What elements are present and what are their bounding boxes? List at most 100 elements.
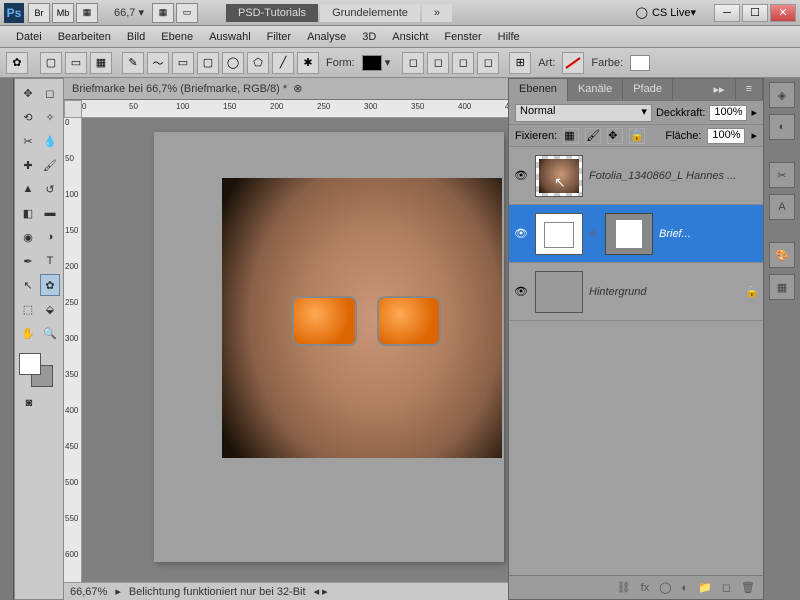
roundrect-shape-icon[interactable]: ▢ [197, 52, 219, 74]
strip-color-icon[interactable]: 🎨 [769, 242, 795, 268]
menu-auswahl[interactable]: Auswahl [201, 29, 259, 45]
farbe-swatch[interactable] [630, 55, 650, 71]
pen-tool[interactable]: ✒ [18, 250, 38, 272]
stamp-tool[interactable]: ▲ [18, 178, 38, 200]
lock-transparency-icon[interactable]: ▦ [563, 128, 579, 144]
status-zoom[interactable]: 66,67% [70, 586, 107, 598]
layer-name[interactable]: Fotolia_1340860_L Hannes ... [589, 170, 759, 182]
ruler-origin[interactable] [64, 100, 82, 118]
zoom-level-display[interactable]: 66,7 ▾ [106, 6, 152, 19]
workspace-tab-psd-tutorials[interactable]: PSD-Tutorials [226, 4, 318, 22]
screen-mode-button[interactable]: ▦ [76, 3, 98, 23]
eraser-tool[interactable]: ◧ [18, 202, 38, 224]
polygon-shape-icon[interactable]: ⬠ [247, 52, 269, 74]
color-swatches[interactable] [17, 351, 61, 391]
strip-crop-icon[interactable]: ✂ [769, 162, 795, 188]
healing-tool[interactable]: ✚ [18, 154, 38, 176]
new-layer-icon[interactable]: ◻ [722, 581, 731, 594]
strip-adjustments-icon[interactable]: ◐ [769, 114, 795, 140]
opacity-flyout-icon[interactable]: ▸ [751, 106, 757, 119]
align-icon[interactable]: ⊞ [509, 52, 531, 74]
menu-3d[interactable]: 3D [354, 29, 384, 45]
tab-ebenen[interactable]: Ebenen [509, 79, 568, 101]
fill-input[interactable]: 100% [707, 128, 745, 144]
foreground-color-swatch[interactable] [19, 353, 41, 375]
panel-menu-icon[interactable]: ≡ [736, 79, 763, 101]
layer-mask-thumbnail[interactable] [605, 213, 653, 255]
layer-name[interactable]: Brief... [659, 228, 759, 240]
combine-exclude-icon[interactable]: ◻ [477, 52, 499, 74]
path-select-tool[interactable]: ↖ [18, 274, 38, 296]
magic-wand-tool[interactable]: ✧ [40, 106, 60, 128]
close-button[interactable]: ✕ [770, 4, 796, 22]
layer-name[interactable]: Hintergrund [589, 286, 739, 298]
horizontal-ruler[interactable]: 050100150200250300350400450 [82, 100, 508, 118]
menu-ansicht[interactable]: Ansicht [384, 29, 436, 45]
form-swatch[interactable] [362, 55, 382, 71]
canvas[interactable] [82, 118, 508, 582]
lasso-tool[interactable]: ⟲ [18, 106, 38, 128]
quickmask-tool[interactable]: ◙ [18, 392, 40, 414]
blend-mode-select[interactable]: Normal▾ [515, 104, 652, 122]
fill-flyout-icon[interactable]: ▸ [751, 129, 757, 142]
opacity-input[interactable]: 100% [709, 105, 747, 121]
maximize-button[interactable]: ☐ [742, 4, 768, 22]
menu-fenster[interactable]: Fenster [436, 29, 489, 45]
new-group-icon[interactable]: 📁 [698, 581, 712, 594]
zoom-tool[interactable]: 🔍 [40, 322, 60, 344]
delete-layer-icon[interactable]: 🗑 [741, 581, 755, 594]
visibility-toggle[interactable]: 👁 [513, 226, 529, 242]
tool-preset-icon[interactable]: ✿ [6, 52, 28, 74]
history-brush-tool[interactable]: ↺ [40, 178, 60, 200]
lock-pixels-icon[interactable]: 🖌 [585, 128, 601, 144]
view-extras-button[interactable]: ▦ [152, 3, 174, 23]
rect-shape-icon[interactable]: ▭ [172, 52, 194, 74]
document-tab[interactable]: Briefmarke bei 66,7% (Briefmarke, RGB/8)… [72, 82, 302, 95]
shape-layers-icon[interactable]: ▢ [40, 52, 62, 74]
workspace-tab-grundelemente[interactable]: Grundelemente [320, 4, 420, 22]
line-shape-icon[interactable]: ╱ [272, 52, 294, 74]
paths-icon[interactable]: ▭ [65, 52, 87, 74]
strip-swatches-icon[interactable]: ▦ [769, 274, 795, 300]
close-tab-icon[interactable]: ⊗ [293, 82, 302, 95]
add-mask-icon[interactable]: ◯ [659, 581, 671, 594]
hand-tool[interactable]: ✋ [18, 322, 38, 344]
art-swatch[interactable] [562, 52, 584, 74]
menu-analyse[interactable]: Analyse [299, 29, 354, 45]
strip-character-icon[interactable]: A [769, 194, 795, 220]
custom-shape-icon[interactable]: ✱ [297, 52, 319, 74]
pen-icon[interactable]: ✎ [122, 52, 144, 74]
menu-hilfe[interactable]: Hilfe [490, 29, 528, 45]
layer-thumbnail[interactable] [535, 271, 583, 313]
link-layers-icon[interactable]: ⛓ [617, 581, 631, 594]
strip-layers-icon[interactable]: ◈ [769, 82, 795, 108]
layer-row[interactable]: 👁 Hintergrund 🔒 [509, 263, 763, 321]
workspace-more[interactable]: » [422, 4, 452, 22]
eyedropper-tool[interactable]: 💧 [40, 130, 60, 152]
left-dock-strip[interactable] [0, 78, 14, 600]
combine-intersect-icon[interactable]: ◻ [452, 52, 474, 74]
lock-position-icon[interactable]: ✥ [607, 128, 623, 144]
minimize-button[interactable]: ─ [714, 4, 740, 22]
layer-thumbnail[interactable]: ↖ [535, 155, 583, 197]
move-tool[interactable]: ✥ [18, 82, 38, 104]
combine-add-icon[interactable]: ◻ [402, 52, 424, 74]
blur-tool[interactable]: ◉ [18, 226, 38, 248]
menu-datei[interactable]: Datei [8, 29, 50, 45]
custom-shape-tool[interactable]: ✿ [40, 274, 60, 296]
fill-pixels-icon[interactable]: ▦ [90, 52, 112, 74]
dodge-tool[interactable]: ◑ [40, 226, 60, 248]
lock-all-icon[interactable]: 🔒 [629, 128, 645, 144]
combine-subtract-icon[interactable]: ◻ [427, 52, 449, 74]
minibridge-button[interactable]: Mb [52, 3, 74, 23]
vertical-ruler[interactable]: 050100150200250300350400450500550600 [64, 118, 82, 582]
brush-tool[interactable]: 🖌 [40, 154, 60, 176]
tab-kanaele[interactable]: Kanäle [568, 79, 623, 101]
layer-row[interactable]: 👁 ↖ Fotolia_1340860_L Hannes ... [509, 147, 763, 205]
cs-live-button[interactable]: ◯CS Live ▾ [628, 6, 704, 19]
menu-filter[interactable]: Filter [259, 29, 299, 45]
layer-thumbnail[interactable] [535, 213, 583, 255]
bridge-button[interactable]: Br [28, 3, 50, 23]
visibility-toggle[interactable]: 👁 [513, 284, 529, 300]
gradient-tool[interactable]: ▬ [40, 202, 60, 224]
